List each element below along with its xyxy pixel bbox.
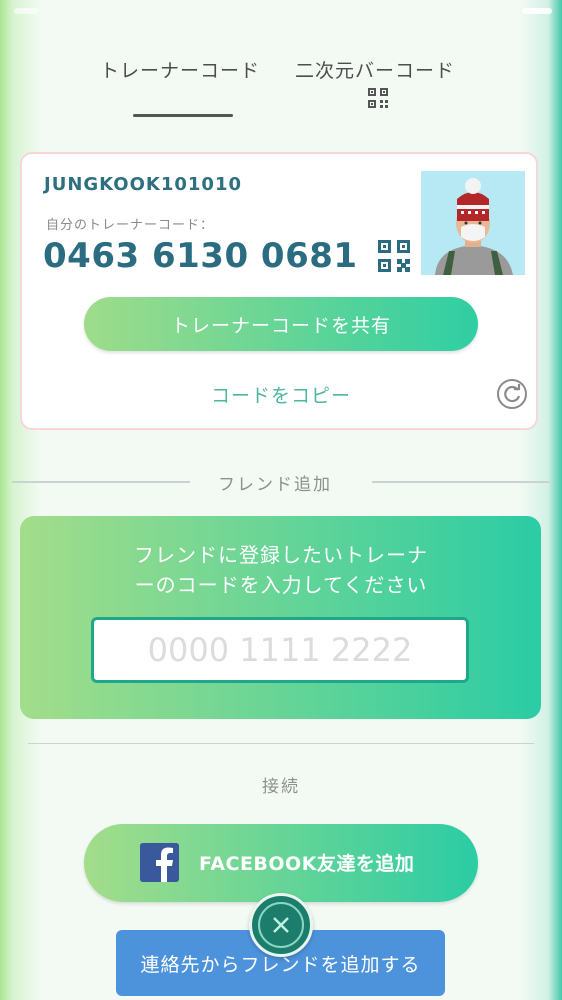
qr-code-icon[interactable] (368, 88, 388, 108)
facebook-button-label: FACEBOOK友達を追加 (199, 853, 415, 875)
tab-trainer-code[interactable]: トレーナーコード (100, 56, 260, 83)
section-divider-left (12, 481, 190, 483)
close-icon (273, 917, 289, 933)
tab-qr-code[interactable]: 二次元バーコード (295, 56, 455, 83)
refresh-icon[interactable] (496, 378, 528, 410)
instructions-line-2: ーのコードを入力してください (134, 573, 428, 597)
connect-heading: 接続 (262, 777, 300, 797)
friend-add-heading: フレンド追加 (218, 475, 332, 495)
instructions-line-1: フレンドに登録したいトレーナ (134, 543, 428, 567)
trainer-code-caption: 自分のトレーナーコード： (46, 218, 215, 233)
status-bar (0, 0, 562, 22)
friend-code-instructions: フレンドに登録したいトレーナ ーのコードを入力してください (100, 540, 462, 600)
trainer-code-value: 0463 6130 0681 (43, 236, 358, 276)
qr-code-icon[interactable] (378, 240, 410, 272)
trainer-avatar[interactable] (421, 171, 525, 275)
connect-divider (28, 743, 534, 744)
facebook-icon (140, 843, 179, 882)
close-button[interactable] (249, 893, 313, 957)
active-tab-indicator (133, 114, 233, 117)
section-divider-right (372, 481, 550, 483)
trainer-username: JUNGKOOK101010 (44, 174, 242, 195)
copy-code-link[interactable]: コードをコピー (0, 381, 562, 408)
status-indicator-left (14, 8, 38, 14)
status-indicator-right (522, 8, 552, 14)
friend-code-input[interactable] (91, 617, 469, 683)
share-trainer-code-button[interactable]: トレーナーコードを共有 (84, 297, 478, 351)
